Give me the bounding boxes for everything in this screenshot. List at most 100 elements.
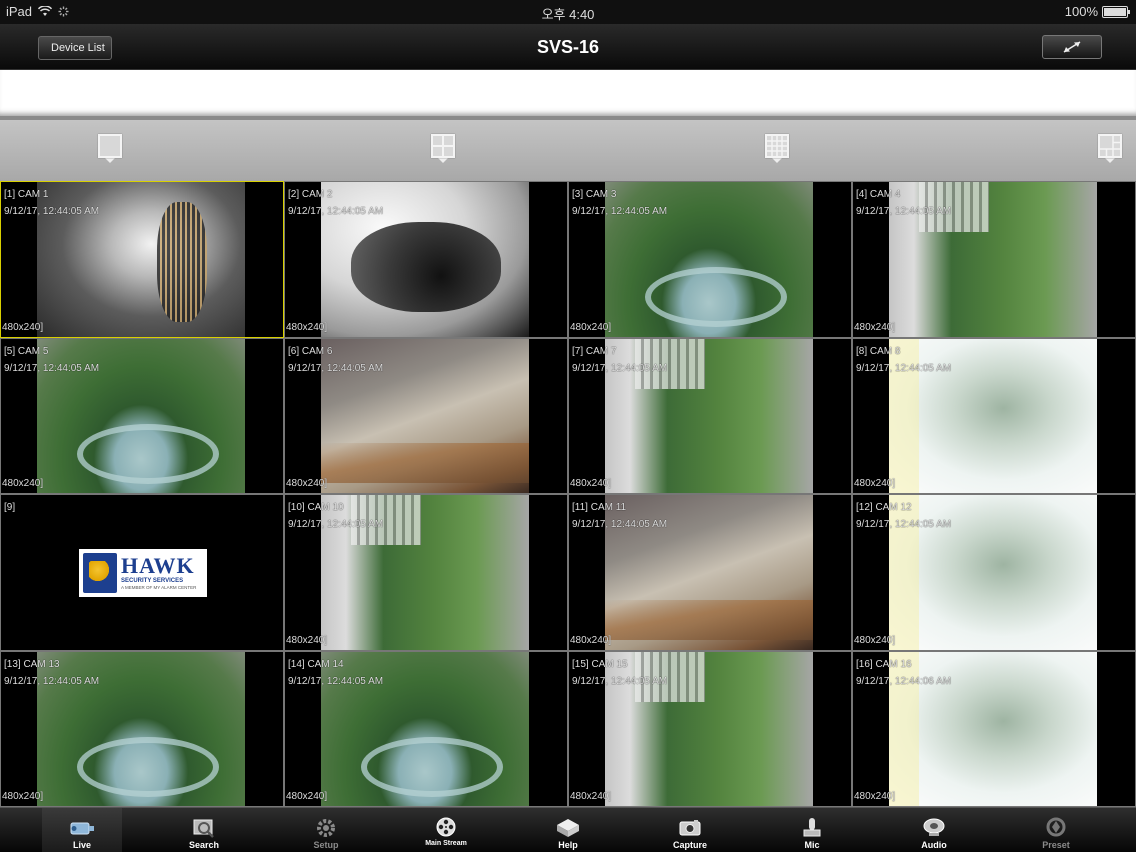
camera-timestamp: 9/12/17, 12:44:06 AM xyxy=(856,675,952,687)
mic-icon xyxy=(803,818,821,837)
help-icon xyxy=(557,819,579,837)
tab-label: Preset xyxy=(1042,840,1070,850)
film-reel-icon xyxy=(436,817,456,837)
camera-timestamp: 9/12/17, 12:44:05 AM xyxy=(4,675,100,687)
camera-tile-15[interactable]: [15] CAM 15 9/12/17, 12:44:05 AM 480x240… xyxy=(568,650,852,807)
camera-label: [15] CAM 15 xyxy=(572,658,628,670)
camera-tile-5[interactable]: [5] CAM 5 9/12/17, 12:44:05 AM 480x240] xyxy=(0,337,284,494)
layout-toolbar xyxy=(0,116,1136,181)
camera-label: [16] CAM 16 xyxy=(856,658,912,670)
camera-tile-2[interactable]: [2] CAM 2 9/12/17, 12:44:05 AM 480x240] xyxy=(284,181,568,338)
tab-preset[interactable]: Preset xyxy=(1016,808,1096,852)
tab-audio[interactable]: Audio xyxy=(894,808,974,852)
tab-label: Help xyxy=(558,840,578,850)
camera-timestamp: 9/12/17, 12:44:05 AM xyxy=(856,519,952,530)
camera-resolution: 480x240] xyxy=(570,634,612,646)
camera-grid: [1] CAM 1 9/12/17, 12:44:05 AM 480x240] … xyxy=(0,181,1136,807)
tab-setup[interactable]: Setup xyxy=(286,808,366,852)
single-view-icon xyxy=(98,134,122,158)
camera-resolution: 480x240] xyxy=(286,321,328,333)
camera-timestamp: 9/12/17, 12:44:05 AM xyxy=(288,519,384,530)
tab-capture[interactable]: Capture xyxy=(650,808,730,852)
camera-resolution: 480x240] xyxy=(854,791,896,802)
expand-arrows-icon xyxy=(1063,41,1081,53)
camera-timestamp: 9/12/17, 12:44:05 AM xyxy=(572,206,668,217)
camera-label: [1] CAM 1 xyxy=(4,189,49,200)
camera-label: [3] CAM 3 xyxy=(572,189,617,200)
status-bar: iPad 오후 4:40 100% xyxy=(0,0,1136,24)
search-icon xyxy=(193,819,214,838)
capture-icon xyxy=(679,820,701,836)
camera-timestamp: 9/12/17, 12:44:05 AM xyxy=(572,519,668,530)
layout-4x4-button[interactable] xyxy=(765,134,791,168)
battery-percent: 100% xyxy=(1064,4,1098,19)
battery-icon xyxy=(1102,5,1130,18)
camera-tile-3[interactable]: [3] CAM 3 9/12/17, 12:44:05 AM 480x240] xyxy=(568,181,852,338)
camera-label: [10] CAM 10 xyxy=(288,502,344,513)
camera-label: [13] CAM 13 xyxy=(4,658,60,670)
camera-tile-7[interactable]: [7] CAM 7 9/12/17, 12:44:05 AM 480x240] xyxy=(568,337,852,494)
camera-tile-8[interactable]: [8] CAM 8 9/12/17, 12:44:05 AM 480x240] xyxy=(852,337,1136,494)
tab-label: Capture xyxy=(672,840,707,850)
tab-label: Mic xyxy=(804,840,820,850)
layout-1x1-button[interactable] xyxy=(98,134,124,168)
tab-live[interactable]: Live xyxy=(42,808,122,852)
camera-resolution: 480x240] xyxy=(2,321,44,333)
camera-timestamp: 9/12/17, 12:44:05 AM xyxy=(288,206,384,217)
camera-resolution: 480x240] xyxy=(2,791,44,802)
fullscreen-button[interactable] xyxy=(1042,35,1102,59)
tab-mic[interactable]: Mic xyxy=(772,808,852,852)
camera-icon xyxy=(70,822,94,835)
camera-resolution: 480x240] xyxy=(286,478,328,489)
tab-search[interactable]: Search xyxy=(164,808,244,852)
quad-view-icon xyxy=(431,134,455,158)
gear-icon xyxy=(317,819,335,837)
camera-tile-12[interactable]: [12] CAM 12 9/12/17, 12:44:05 AM 480x240… xyxy=(852,494,1136,651)
camera-tile-9[interactable]: [9] HAWK SECURITY SERVICES A MEMBER OF M… xyxy=(0,494,284,651)
split-view-icon xyxy=(1098,134,1122,158)
tab-label: Audio xyxy=(921,840,947,850)
layout-custom-button[interactable] xyxy=(1098,134,1124,168)
camera-timestamp: 9/12/17, 12:44:05 AM xyxy=(572,362,668,374)
tab-main-stream[interactable]: Main Stream xyxy=(406,808,486,852)
camera-tile-10[interactable]: [10] CAM 10 9/12/17, 12:44:05 AM 480x240… xyxy=(284,494,568,651)
camera-timestamp: 9/12/17, 12:44:05 AM xyxy=(288,675,384,687)
camera-label: [14] CAM 14 xyxy=(288,658,344,670)
camera-timestamp: 9/12/17, 12:44:05 AM xyxy=(572,675,668,687)
camera-tile-14[interactable]: [14] CAM 14 9/12/17, 12:44:05 AM 480x240… xyxy=(284,650,568,807)
camera-resolution: 480x240] xyxy=(570,478,612,489)
camera-resolution: 480x240] xyxy=(854,321,896,333)
camera-resolution: 480x240] xyxy=(286,791,328,802)
camera-label: [12] CAM 12 xyxy=(856,502,912,513)
layout-2x2-button[interactable] xyxy=(431,134,457,168)
nav-bar: Device List SVS-16 xyxy=(0,24,1136,70)
camera-resolution: 480x240] xyxy=(286,634,328,646)
camera-label: [8] CAM 8 xyxy=(856,345,901,357)
camera-label: [4] CAM 4 xyxy=(856,189,901,200)
camera-timestamp: 9/12/17, 12:44:05 AM xyxy=(4,362,100,374)
camera-tile-16[interactable]: [16] CAM 16 9/12/17, 12:44:06 AM 480x240… xyxy=(852,650,1136,807)
camera-label: [11] CAM 11 xyxy=(572,502,627,513)
camera-tile-6[interactable]: [6] CAM 6 9/12/17, 12:44:05 AM 480x240] xyxy=(284,337,568,494)
camera-tile-1[interactable]: [1] CAM 1 9/12/17, 12:44:05 AM 480x240] xyxy=(0,181,284,338)
camera-timestamp: 9/12/17, 12:44:05 AM xyxy=(288,362,384,374)
tab-label: Setup xyxy=(313,840,339,850)
camera-label: [9] xyxy=(4,502,16,513)
camera-label: [2] CAM 2 xyxy=(288,189,333,200)
hawk-logo: HAWK SECURITY SERVICES A MEMBER OF MY AL… xyxy=(79,549,207,597)
tab-label: Live xyxy=(72,840,91,850)
hawk-subtitle: SECURITY SERVICES xyxy=(121,578,184,584)
camera-label: [6] CAM 6 xyxy=(288,345,333,357)
camera-tile-11[interactable]: [11] CAM 11 9/12/17, 12:44:05 AM 480x240… xyxy=(568,494,852,651)
camera-resolution: 480x240] xyxy=(854,634,896,646)
camera-tile-4[interactable]: [4] CAM 4 9/12/17, 12:44:05 AM 480x240] xyxy=(852,181,1136,338)
preset-icon xyxy=(1046,817,1066,837)
tab-help[interactable]: Help xyxy=(528,808,608,852)
camera-tile-13[interactable]: [13] CAM 13 9/12/17, 12:44:05 AM 480x240… xyxy=(0,650,284,807)
camera-resolution: 480x240] xyxy=(2,478,44,489)
camera-timestamp: 9/12/17, 12:44:05 AM xyxy=(856,362,952,374)
camera-timestamp: 9/12/17, 12:44:05 AM xyxy=(856,206,952,217)
camera-resolution: 480x240] xyxy=(570,321,612,333)
page-title: SVS-16 xyxy=(536,37,600,57)
tab-bar: Live Search Setup Main Stream Help Captu… xyxy=(0,807,1136,852)
